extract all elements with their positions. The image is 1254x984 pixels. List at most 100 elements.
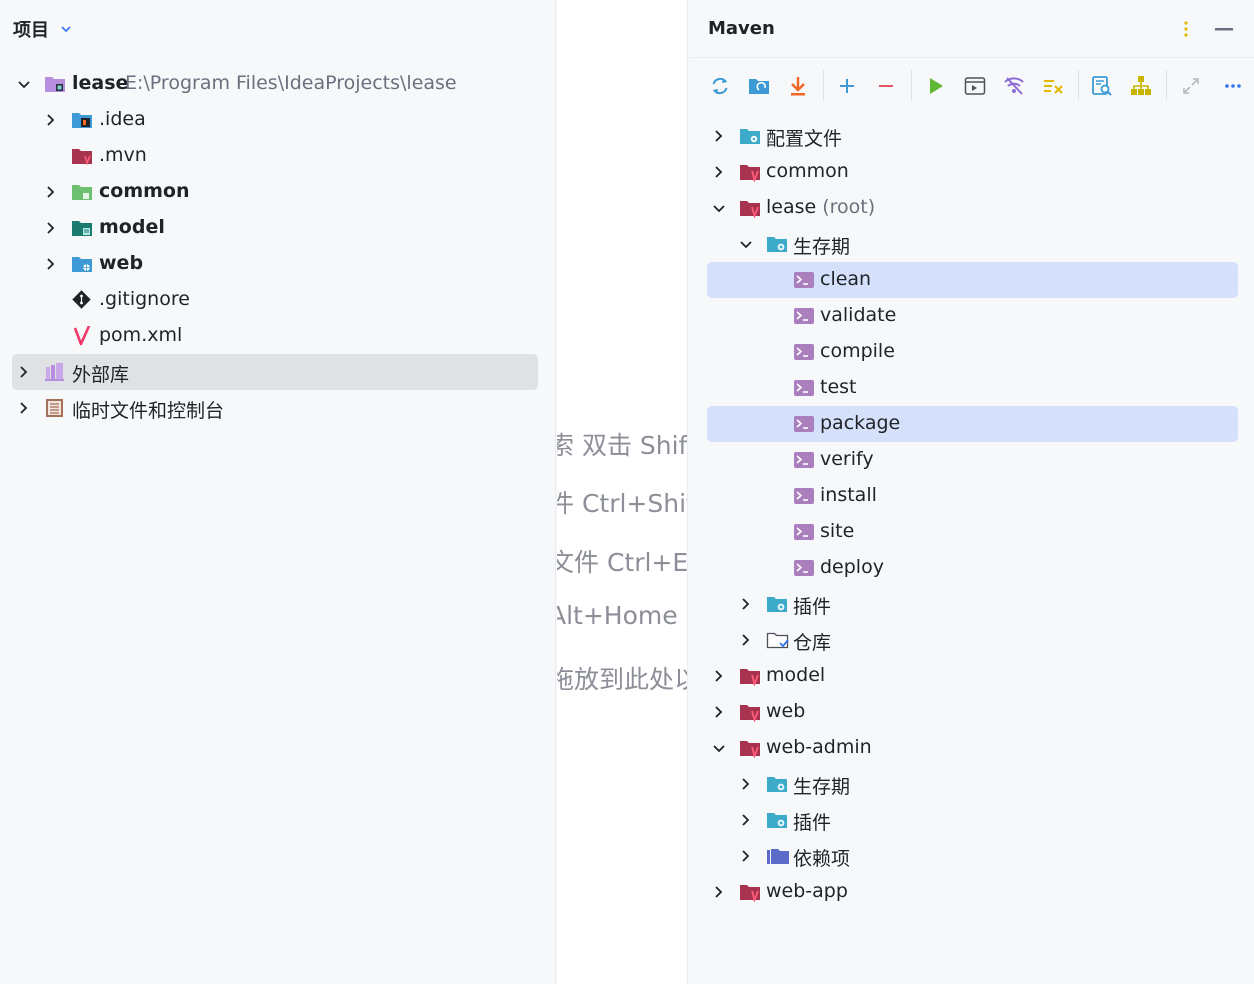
maven-tree-item[interactable]: 生存期 — [689, 766, 1254, 802]
maven-tree-item[interactable]: web — [689, 694, 1254, 730]
maven-folder-icon — [72, 149, 92, 166]
maven-tree-item-label: 生存期 — [793, 776, 851, 798]
chevron-right-icon[interactable] — [711, 128, 727, 144]
maven-tree-item-label: web-admin — [766, 736, 872, 758]
maven-tree: 配置文件 common lease (root) 生存期 clean validate com… — [689, 118, 1254, 910]
chevron-right-icon[interactable] — [43, 220, 59, 236]
skip-tests-icon[interactable] — [1041, 74, 1065, 98]
chevron-down-icon[interactable] — [711, 740, 727, 756]
collapse-icon[interactable] — [1179, 74, 1203, 98]
chevron-right-icon[interactable] — [16, 400, 32, 416]
maven-tree-item-label: verify — [820, 448, 874, 470]
maven-tree-item-label: test — [820, 376, 857, 398]
maven-goal-icon — [793, 342, 815, 362]
analyze-dependencies-icon[interactable] — [1090, 74, 1114, 98]
editor-hint: 文件 Ctrl+E — [557, 548, 688, 577]
maven-tree-item[interactable]: install — [689, 478, 1254, 514]
maven-tree-item[interactable]: model — [689, 658, 1254, 694]
chevron-right-icon[interactable] — [711, 164, 727, 180]
tree-item-label: lease — [72, 72, 129, 94]
tree-item-web[interactable]: web — [0, 246, 556, 282]
lifecycle-folder-icon — [766, 774, 788, 794]
chevron-right-icon[interactable] — [738, 776, 754, 792]
chevron-right-icon[interactable] — [738, 632, 754, 648]
chevron-right-icon[interactable] — [711, 668, 727, 684]
maven-tree-item-label: 依赖项 — [793, 848, 851, 870]
chevron-right-icon[interactable] — [43, 112, 59, 128]
project-panel: 项目 lease E:\Program Files\IdeaProjects\l… — [0, 0, 556, 984]
tree-item-scratches[interactable]: 临时文件和控制台 — [0, 390, 556, 426]
remove-icon[interactable] — [874, 74, 898, 98]
library-icon — [45, 363, 64, 381]
chevron-right-icon[interactable] — [43, 256, 59, 272]
offline-icon[interactable] — [1002, 74, 1026, 98]
chevron-down-icon[interactable] — [59, 22, 73, 36]
chevron-right-icon[interactable] — [43, 184, 59, 200]
maven-module-icon — [739, 198, 761, 219]
tree-item-idea[interactable]: .idea — [0, 102, 556, 138]
maven-tree-item[interactable]: lease (root) — [689, 190, 1254, 226]
tree-item-pom[interactable]: pom.xml — [0, 318, 556, 354]
chevron-down-icon[interactable] — [738, 236, 754, 252]
execute-goal-icon[interactable] — [963, 74, 987, 98]
download-icon[interactable] — [786, 74, 810, 98]
chevron-right-icon[interactable] — [738, 596, 754, 612]
editor-hint: Alt+Home — [557, 601, 678, 630]
maven-tree-item[interactable]: verify — [689, 442, 1254, 478]
show-dependencies-icon[interactable] — [1129, 74, 1153, 98]
maven-tree-item[interactable]: web-app — [689, 874, 1254, 910]
maven-tree-item[interactable]: 配置文件 — [689, 118, 1254, 154]
maven-tree-item[interactable]: 依赖项 — [689, 838, 1254, 874]
project-panel-title[interactable]: 项目 — [13, 16, 49, 42]
tree-item-lease[interactable]: lease E:\Program Files\IdeaProjects\leas… — [0, 66, 556, 102]
chevron-right-icon[interactable] — [16, 364, 32, 380]
generate-sources-icon[interactable] — [747, 74, 771, 98]
profile-folder-icon — [739, 126, 761, 146]
maven-tree-item[interactable]: package — [707, 406, 1238, 442]
maven-tree-item[interactable]: 插件 — [689, 586, 1254, 622]
reload-icon[interactable] — [708, 74, 732, 98]
maven-panel-title: Maven — [708, 18, 775, 39]
tree-item-label: .idea — [99, 108, 146, 130]
tree-item-model[interactable]: model — [0, 210, 556, 246]
kebab-menu-icon[interactable] — [1175, 18, 1197, 40]
chevron-down-icon[interactable] — [16, 76, 32, 92]
maven-tree-item[interactable]: 仓库 — [689, 622, 1254, 658]
chevron-right-icon[interactable] — [711, 704, 727, 720]
chevron-down-icon[interactable] — [711, 200, 727, 216]
maven-module-icon — [739, 666, 761, 687]
chevron-right-icon[interactable] — [738, 848, 754, 864]
lifecycle-folder-icon — [766, 594, 788, 614]
maven-tree-item[interactable]: 生存期 — [689, 226, 1254, 262]
minimize-icon[interactable] — [1213, 18, 1235, 40]
maven-module-icon — [739, 162, 761, 183]
editor-hint: 件 Ctrl+Shift — [557, 489, 687, 518]
maven-tree-item[interactable]: deploy — [689, 550, 1254, 586]
chevron-right-icon[interactable] — [738, 812, 754, 828]
maven-goal-icon — [793, 378, 815, 398]
maven-tree-item-label: 生存期 — [793, 236, 851, 258]
maven-tree-item[interactable]: clean — [707, 262, 1238, 298]
tree-item-gitignore[interactable]: .gitignore — [0, 282, 556, 318]
maven-tree-item[interactable]: site — [689, 514, 1254, 550]
maven-tree-item[interactable]: 插件 — [689, 802, 1254, 838]
maven-tree-item[interactable]: compile — [689, 334, 1254, 370]
tree-item-common[interactable]: common — [0, 174, 556, 210]
add-icon[interactable] — [835, 74, 859, 98]
tree-item-external-libraries[interactable]: 外部库 — [12, 354, 538, 390]
chevron-right-icon[interactable] — [711, 884, 727, 900]
maven-tree-item-label: site — [820, 520, 855, 542]
maven-tree-item-label: compile — [820, 340, 895, 362]
maven-tree-item-label: common — [766, 160, 849, 182]
tree-item-path: E:\Program Files\IdeaProjects\lease — [125, 72, 457, 94]
maven-tree-item[interactable]: test — [689, 370, 1254, 406]
maven-tree-item[interactable]: validate — [689, 298, 1254, 334]
maven-tree-item[interactable]: web-admin — [689, 730, 1254, 766]
maven-tree-item[interactable]: common — [689, 154, 1254, 190]
maven-goal-icon — [793, 306, 815, 326]
more-icon[interactable] — [1221, 74, 1245, 98]
maven-tree-item-label: model — [766, 664, 826, 686]
tree-item-mvn[interactable]: .mvn — [0, 138, 556, 174]
maven-tree-item-label: lease — [766, 196, 817, 218]
run-icon[interactable] — [924, 74, 948, 98]
